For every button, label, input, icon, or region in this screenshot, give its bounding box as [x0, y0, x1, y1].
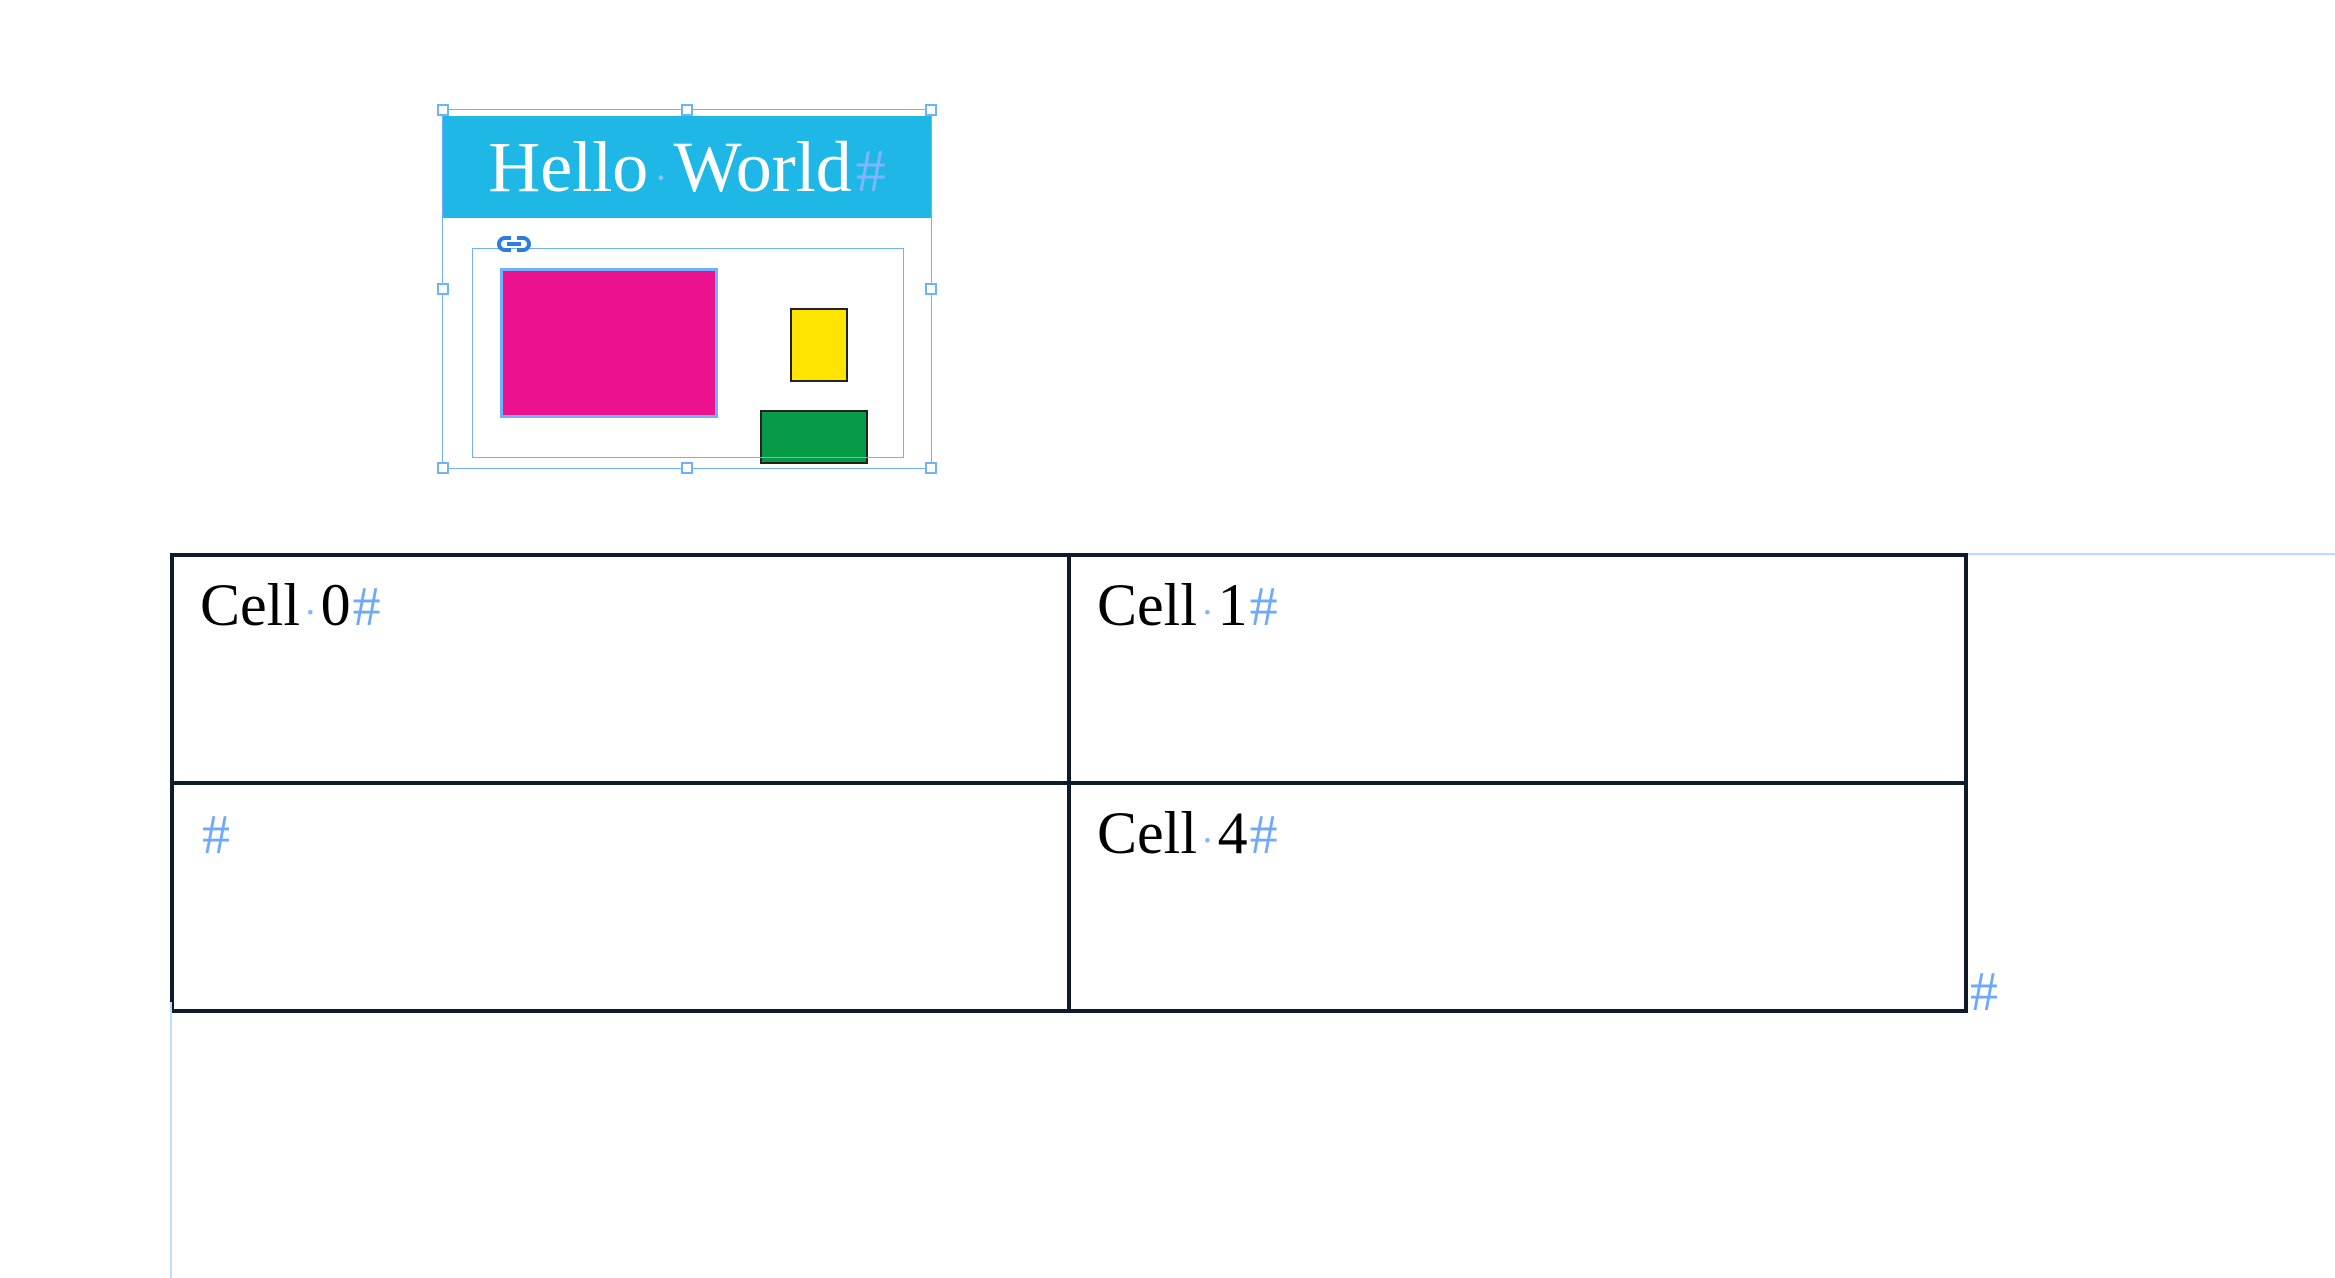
resize-handle-bottom-center[interactable] [681, 462, 693, 474]
cell-value: 4 [1218, 799, 1248, 868]
resize-handle-bottom-right[interactable] [925, 462, 937, 474]
layout-table[interactable]: Cell · 0 # Cell · 1 # # [170, 553, 1968, 1013]
hidden-space-dot: · [1201, 591, 1214, 635]
hidden-paragraph-mark: # [202, 803, 230, 867]
resize-handle-middle-left[interactable] [437, 283, 449, 295]
guide-line-horizontal [1968, 553, 2335, 555]
cell-prefix: Cell [1097, 799, 1197, 868]
selection-outer-bbox[interactable] [442, 109, 932, 469]
guide-line-vertical [170, 1002, 172, 1278]
cell-value: 1 [1218, 571, 1248, 640]
hidden-paragraph-mark: # [1250, 575, 1278, 639]
hidden-paragraph-mark: # [353, 575, 381, 639]
end-of-story-mark: # [1970, 960, 1998, 1024]
link-icon [494, 232, 534, 256]
table-cell-0-1[interactable]: Cell · 1 # [1069, 555, 1966, 783]
cell-value: 0 [321, 571, 351, 640]
table-cell-1-1[interactable]: Cell · 4 # [1069, 783, 1966, 1011]
resize-handle-middle-right[interactable] [925, 283, 937, 295]
resize-handle-top-right[interactable] [925, 104, 937, 116]
hidden-space-dot: · [304, 591, 317, 635]
hidden-paragraph-mark: # [1250, 803, 1278, 867]
cell-prefix: Cell [200, 571, 300, 640]
table-cell-1-0[interactable]: # [172, 783, 1069, 1011]
resize-handle-top-left[interactable] [437, 104, 449, 116]
resize-handle-top-center[interactable] [681, 104, 693, 116]
layout-table-frame[interactable]: Cell · 0 # Cell · 1 # # [170, 553, 1968, 1013]
table-row: # Cell · 4 # [172, 783, 1966, 1011]
table-row: Cell · 0 # Cell · 1 # [172, 555, 1966, 783]
table-cell-0-0[interactable]: Cell · 0 # [172, 555, 1069, 783]
cell-prefix: Cell [1097, 571, 1197, 640]
hidden-space-dot: · [1201, 819, 1214, 863]
resize-handle-bottom-left[interactable] [437, 462, 449, 474]
